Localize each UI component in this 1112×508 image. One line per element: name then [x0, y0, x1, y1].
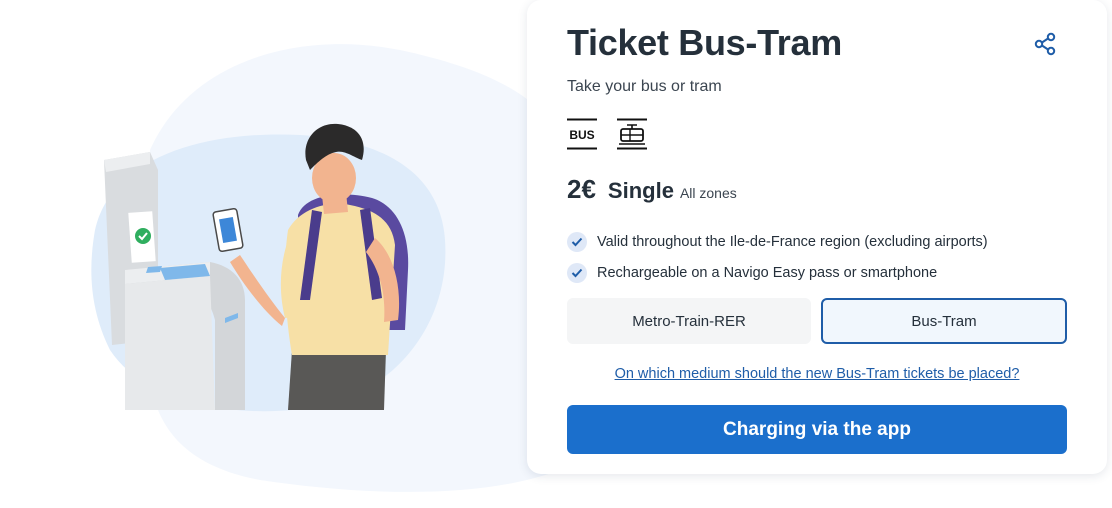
ticket-type: Single: [607, 178, 674, 203]
charge-via-app-button[interactable]: Charging via the app: [567, 405, 1067, 454]
feature-item: Rechargeable on a Navigo Easy pass or sm…: [567, 257, 988, 288]
check-icon: [567, 262, 587, 283]
toggle-metro-train-rer[interactable]: Metro-Train-RER: [567, 298, 811, 344]
ticket-gate-illustration: [91, 44, 560, 492]
check-icon: [567, 231, 587, 252]
ticket-price: 2€: [567, 174, 596, 204]
ticket-type-toggle: Metro-Train-RER Bus-Tram: [567, 298, 1067, 344]
bus-label: BUS: [569, 128, 594, 142]
feature-item: Valid throughout the Ile-de-France regio…: [567, 226, 988, 257]
feature-text: Rechargeable on a Navigo Easy pass or sm…: [597, 264, 938, 281]
transport-modes: BUS: [567, 118, 647, 150]
features-list: Valid throughout the Ile-de-France regio…: [567, 226, 988, 288]
share-icon[interactable]: [1031, 30, 1059, 58]
toggle-bus-tram[interactable]: Bus-Tram: [821, 298, 1067, 344]
ticket-title: Ticket Bus-Tram: [567, 22, 842, 63]
price-row: 2€ Single All zones: [567, 174, 737, 205]
medium-help-link[interactable]: On which medium should the new Bus-Tram …: [527, 366, 1107, 382]
ticket-card: Ticket Bus-Tram Take your bus or tram BU…: [527, 0, 1107, 474]
feature-text: Valid throughout the Ile-de-France regio…: [597, 233, 988, 250]
ticket-zones: All zones: [679, 185, 737, 201]
tram-icon: [617, 118, 647, 150]
page: Ticket Bus-Tram Take your bus or tram BU…: [0, 0, 1112, 508]
bus-icon: BUS: [567, 118, 597, 150]
ticket-subtitle: Take your bus or tram: [567, 78, 722, 95]
